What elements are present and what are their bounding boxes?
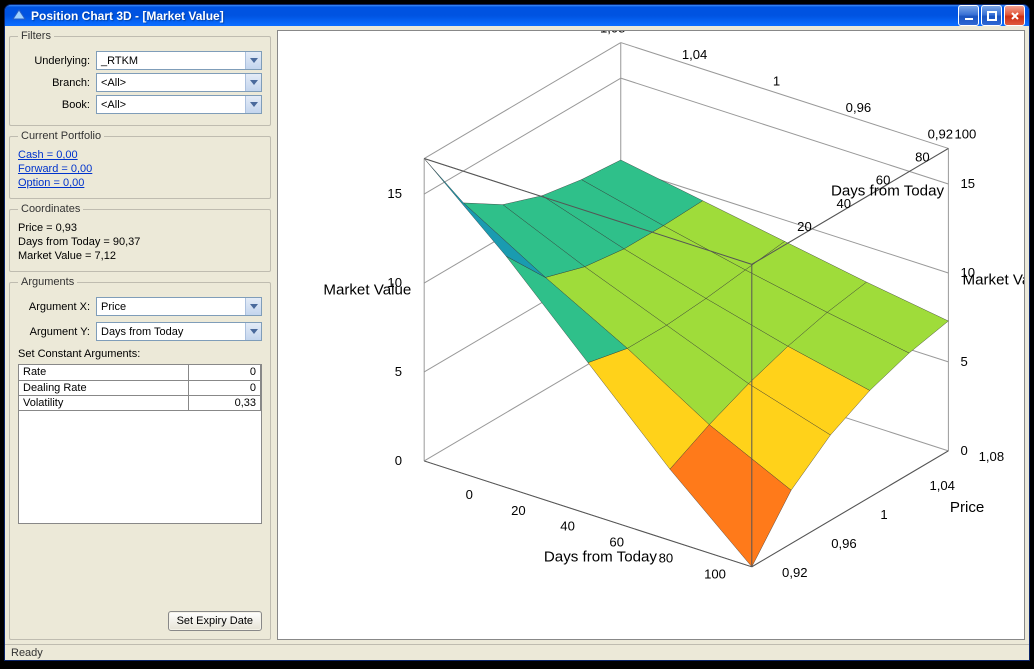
svg-text:0,96: 0,96 bbox=[831, 536, 856, 551]
book-combo[interactable]: <All> bbox=[96, 95, 262, 114]
const-value[interactable]: 0 bbox=[189, 365, 261, 380]
svg-text:Days from Today: Days from Today bbox=[831, 182, 945, 199]
table-row: Dealing Rate0 bbox=[19, 380, 261, 395]
const-value[interactable]: 0 bbox=[189, 380, 261, 395]
table-row: Volatility0,33 bbox=[19, 395, 261, 410]
portfolio-cash-link[interactable]: Cash = 0,00 bbox=[18, 148, 262, 162]
svg-text:0,92: 0,92 bbox=[928, 126, 953, 141]
argy-label: Argument Y: bbox=[18, 326, 90, 338]
underlying-value: _RTKM bbox=[101, 55, 138, 67]
svg-text:Market Value: Market Value bbox=[963, 272, 1024, 289]
maximize-button[interactable] bbox=[981, 5, 1002, 26]
constants-table[interactable]: Rate0 Dealing Rate0 Volatility0,33 bbox=[19, 365, 261, 411]
svg-text:15: 15 bbox=[387, 186, 402, 201]
svg-text:1,08: 1,08 bbox=[600, 31, 625, 35]
portfolio-legend: Current Portfolio bbox=[18, 130, 104, 142]
coord-price: Price = 0,93 bbox=[18, 221, 262, 235]
svg-text:1,08: 1,08 bbox=[979, 449, 1004, 464]
arguments-legend: Arguments bbox=[18, 276, 77, 288]
argx-combo[interactable]: Price bbox=[96, 297, 262, 316]
svg-text:0,96: 0,96 bbox=[846, 100, 871, 115]
svg-text:1: 1 bbox=[880, 507, 887, 522]
svg-text:Price: Price bbox=[950, 499, 984, 516]
svg-text:40: 40 bbox=[560, 519, 575, 534]
svg-text:1: 1 bbox=[773, 73, 780, 88]
client-area: Filters Underlying: _RTKM Branch: <All> bbox=[5, 26, 1029, 644]
chart-svg: 0055101015151,081,0410,960,9220406080100… bbox=[278, 31, 1024, 639]
svg-text:100: 100 bbox=[954, 126, 976, 141]
book-label: Book: bbox=[18, 99, 90, 111]
svg-text:Market Value: Market Value bbox=[323, 282, 411, 299]
svg-text:1,04: 1,04 bbox=[682, 47, 707, 62]
svg-text:Days from Today: Days from Today bbox=[544, 549, 658, 566]
filters-group: Filters Underlying: _RTKM Branch: <All> bbox=[9, 30, 271, 126]
chart-3d[interactable]: 0055101015151,081,0410,960,9220406080100… bbox=[277, 30, 1025, 640]
chevron-down-icon bbox=[245, 298, 261, 315]
const-value[interactable]: 0,33 bbox=[189, 395, 261, 410]
svg-text:80: 80 bbox=[915, 150, 930, 165]
argx-label: Argument X: bbox=[18, 301, 90, 313]
status-bar: Ready bbox=[5, 644, 1029, 661]
status-text: Ready bbox=[11, 647, 43, 659]
branch-label: Branch: bbox=[18, 77, 90, 89]
argy-combo[interactable]: Days from Today bbox=[96, 322, 262, 341]
svg-text:0: 0 bbox=[466, 487, 473, 502]
argx-value: Price bbox=[101, 301, 126, 313]
svg-text:0: 0 bbox=[960, 443, 967, 458]
chevron-down-icon bbox=[245, 52, 261, 69]
set-expiry-button[interactable]: Set Expiry Date bbox=[168, 611, 262, 631]
app-window: Position Chart 3D - [Market Value] Filte… bbox=[4, 4, 1030, 661]
coordinates-group: Coordinates Price = 0,93 Days from Today… bbox=[9, 203, 271, 272]
app-icon bbox=[11, 8, 27, 24]
svg-text:20: 20 bbox=[797, 219, 812, 234]
chevron-down-icon bbox=[245, 323, 261, 340]
close-button[interactable] bbox=[1004, 5, 1025, 26]
portfolio-group: Current Portfolio Cash = 0,00 Forward = … bbox=[9, 130, 271, 199]
minimize-button[interactable] bbox=[958, 5, 979, 26]
filters-legend: Filters bbox=[18, 30, 54, 42]
svg-text:80: 80 bbox=[659, 551, 674, 566]
svg-text:20: 20 bbox=[511, 503, 526, 518]
window-title: Position Chart 3D - [Market Value] bbox=[31, 9, 958, 23]
book-value: <All> bbox=[101, 99, 126, 111]
svg-text:60: 60 bbox=[609, 535, 624, 550]
svg-text:15: 15 bbox=[960, 176, 975, 191]
constants-table-container: Rate0 Dealing Rate0 Volatility0,33 bbox=[18, 364, 262, 524]
constants-label: Set Constant Arguments: bbox=[18, 348, 262, 360]
const-name: Dealing Rate bbox=[19, 380, 189, 395]
portfolio-option-link[interactable]: Option = 0,00 bbox=[18, 176, 262, 190]
chevron-down-icon bbox=[245, 96, 261, 113]
arguments-group: Arguments Argument X: Price Argument Y: … bbox=[9, 276, 271, 640]
portfolio-forward-link[interactable]: Forward = 0,00 bbox=[18, 162, 262, 176]
svg-text:0: 0 bbox=[395, 453, 402, 468]
table-row: Rate0 bbox=[19, 365, 261, 380]
const-name: Rate bbox=[19, 365, 189, 380]
svg-text:1,04: 1,04 bbox=[929, 478, 954, 493]
titlebar[interactable]: Position Chart 3D - [Market Value] bbox=[5, 5, 1029, 26]
underlying-combo[interactable]: _RTKM bbox=[96, 51, 262, 70]
branch-value: <All> bbox=[101, 77, 126, 89]
coord-days: Days from Today = 90,37 bbox=[18, 235, 262, 249]
chevron-down-icon bbox=[245, 74, 261, 91]
argy-value: Days from Today bbox=[101, 326, 183, 338]
svg-text:100: 100 bbox=[704, 566, 726, 581]
coord-mv: Market Value = 7,12 bbox=[18, 249, 262, 263]
coordinates-legend: Coordinates bbox=[18, 203, 83, 215]
left-panel: Filters Underlying: _RTKM Branch: <All> bbox=[9, 30, 271, 640]
branch-combo[interactable]: <All> bbox=[96, 73, 262, 92]
const-name: Volatility bbox=[19, 395, 189, 410]
underlying-label: Underlying: bbox=[18, 55, 90, 67]
svg-text:5: 5 bbox=[395, 364, 402, 379]
svg-text:0,92: 0,92 bbox=[782, 565, 807, 580]
svg-text:5: 5 bbox=[960, 354, 967, 369]
